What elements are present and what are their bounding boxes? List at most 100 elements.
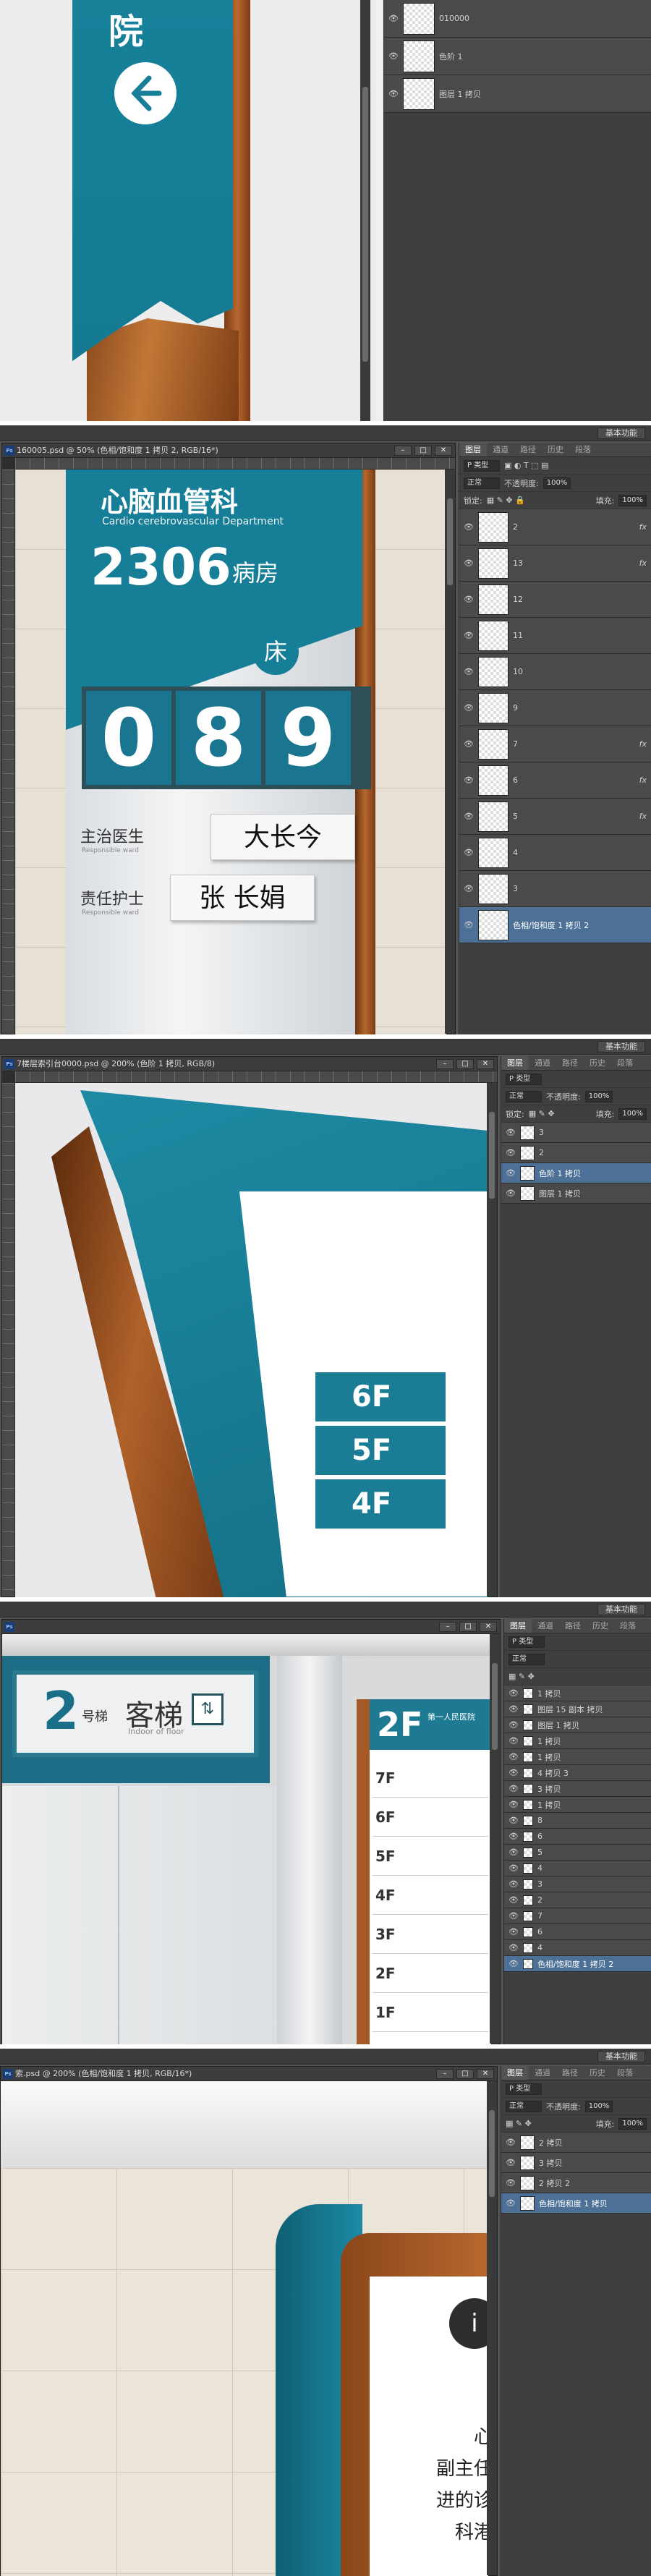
panel-tab[interactable]: 通道	[529, 1056, 556, 1070]
visibility-eye-icon[interactable]: 👁	[506, 1168, 516, 1178]
minimize-button[interactable]: –	[394, 446, 412, 456]
layer-row[interactable]: 👁 12	[459, 582, 651, 618]
layer-row[interactable]: 👁 4	[504, 1940, 651, 1956]
panel-tab[interactable]: 图层	[459, 443, 487, 456]
lock-icons[interactable]: ▦ ✎ ✥	[506, 2119, 532, 2128]
visibility-eye-icon[interactable]: 👁	[509, 1943, 519, 1952]
panel-tab[interactable]: 路径	[559, 1619, 587, 1633]
visibility-eye-icon[interactable]: 👁	[464, 522, 474, 532]
visibility-eye-icon[interactable]: 👁	[506, 1148, 516, 1157]
layer-row[interactable]: 👁 图层 1 拷贝	[504, 1717, 651, 1733]
maximize-button[interactable]: □	[459, 1622, 477, 1632]
layer-row[interactable]: 👁 13 fx	[459, 545, 651, 582]
lock-icons[interactable]: ▦ ✎ ✥	[529, 1109, 555, 1118]
lock-icons[interactable]: ▦ ✎ ✥ 🔒	[487, 496, 525, 505]
visibility-eye-icon[interactable]: 👁	[506, 2138, 516, 2147]
visibility-eye-icon[interactable]: 👁	[509, 1784, 519, 1793]
layer-row[interactable]: 👁 图层 1 拷贝	[501, 1183, 651, 1204]
blend-mode-select[interactable]: 正常	[506, 2100, 542, 2112]
visibility-eye-icon[interactable]: 👁	[509, 1800, 519, 1809]
visibility-eye-icon[interactable]: 👁	[464, 812, 474, 821]
layer-row[interactable]: 👁 图层 1 拷贝	[384, 75, 651, 113]
visibility-eye-icon[interactable]: 👁	[509, 1895, 519, 1905]
maximize-button[interactable]: □	[414, 446, 432, 456]
workspace-button[interactable]: 基本功能	[597, 428, 645, 439]
panel-tab[interactable]: 图层	[501, 1056, 529, 1070]
visibility-eye-icon[interactable]: 👁	[509, 1927, 519, 1937]
panel-tab[interactable]: 图层	[501, 2066, 529, 2080]
layer-filter-select[interactable]: P 类型	[509, 1636, 545, 1648]
opacity-input[interactable]: 100%	[542, 477, 571, 489]
visibility-eye-icon[interactable]: 👁	[464, 667, 474, 676]
visibility-eye-icon[interactable]: 👁	[506, 1128, 516, 1137]
layer-row[interactable]: 👁 色阶 1	[384, 38, 651, 75]
panel-tab[interactable]: 路径	[556, 2066, 584, 2080]
lock-icons[interactable]: ▦ ✎ ✥	[509, 1672, 535, 1681]
canvas-scrollbar[interactable]	[490, 1634, 500, 2044]
visibility-eye-icon[interactable]: 👁	[464, 703, 474, 713]
layer-row[interactable]: 👁 2 fx	[459, 509, 651, 545]
visibility-eye-icon[interactable]: 👁	[509, 1848, 519, 1857]
visibility-eye-icon[interactable]: 👁	[464, 775, 474, 785]
fx-icon[interactable]: fx	[639, 522, 647, 532]
visibility-eye-icon[interactable]: 👁	[509, 1768, 519, 1777]
visibility-eye-icon[interactable]: 👁	[509, 1832, 519, 1841]
layer-filter-select[interactable]: P 类型	[464, 459, 500, 472]
layer-filter-select[interactable]: P 类型	[506, 1073, 542, 1085]
panel-tab[interactable]: 历史	[542, 443, 569, 456]
panel-tab[interactable]: 图层	[504, 1619, 532, 1633]
layer-row[interactable]: 👁 11	[459, 618, 651, 654]
layer-row[interactable]: 👁 7	[504, 1908, 651, 1924]
layer-row[interactable]: 👁 3	[504, 1876, 651, 1892]
visibility-eye-icon[interactable]: 👁	[509, 1736, 519, 1746]
layer-filter-select[interactable]: P 类型	[506, 2083, 542, 2095]
canvas-scrollbar[interactable]	[445, 469, 455, 1034]
layer-row[interactable]: 👁 2	[504, 1892, 651, 1908]
visibility-eye-icon[interactable]: 👁	[388, 14, 399, 23]
layer-row[interactable]: 👁 6	[504, 1924, 651, 1940]
layer-row[interactable]: 👁 3 拷贝	[504, 1781, 651, 1797]
panel-tab[interactable]: 路径	[514, 443, 542, 456]
layer-row[interactable]: 👁 10	[459, 654, 651, 690]
layer-row[interactable]: 👁 1 拷贝	[504, 1686, 651, 1701]
maximize-button[interactable]: □	[456, 1059, 474, 1069]
close-button[interactable]: ✕	[480, 1622, 497, 1632]
layer-row[interactable]: 👁 2 拷贝	[501, 2133, 651, 2153]
visibility-eye-icon[interactable]: 👁	[464, 884, 474, 893]
blend-mode-select[interactable]: 正常	[506, 1090, 542, 1102]
layer-row[interactable]: 👁 4 拷贝 3	[504, 1765, 651, 1781]
fx-icon[interactable]: fx	[639, 812, 647, 821]
visibility-eye-icon[interactable]: 👁	[506, 2178, 516, 2188]
panel-tab[interactable]: 段落	[614, 1619, 642, 1633]
visibility-eye-icon[interactable]: 👁	[506, 2198, 516, 2208]
layer-row[interactable]: 👁 4	[504, 1861, 651, 1876]
close-button[interactable]: ✕	[435, 446, 452, 456]
layer-row[interactable]: 👁 1 拷贝	[504, 1797, 651, 1813]
visibility-eye-icon[interactable]: 👁	[509, 1720, 519, 1730]
panel-tab[interactable]: 通道	[529, 2066, 556, 2080]
layer-row[interactable]: 👁 色阶 1 拷贝	[501, 1163, 651, 1183]
workspace-button[interactable]: 基本功能	[597, 1604, 645, 1615]
panel-tab[interactable]: 通道	[487, 443, 514, 456]
panel-tab[interactable]: 历史	[587, 1619, 614, 1633]
layer-row[interactable]: 👁 1 拷贝	[504, 1749, 651, 1765]
visibility-eye-icon[interactable]: 👁	[509, 1911, 519, 1921]
layer-row[interactable]: 👁 3 拷贝	[501, 2153, 651, 2173]
layer-row[interactable]: 👁 7 fx	[459, 726, 651, 762]
layer-row[interactable]: 👁 6	[504, 1829, 651, 1845]
panel-tab[interactable]: 历史	[584, 1056, 611, 1070]
panel-tab[interactable]: 通道	[532, 1619, 559, 1633]
visibility-eye-icon[interactable]: 👁	[509, 1959, 519, 1968]
panel-tab[interactable]: 路径	[556, 1056, 584, 1070]
visibility-eye-icon[interactable]: 👁	[506, 2158, 516, 2167]
visibility-eye-icon[interactable]: 👁	[509, 1752, 519, 1761]
workspace-button[interactable]: 基本功能	[597, 1041, 645, 1053]
panel-tab[interactable]: 段落	[611, 1056, 639, 1070]
visibility-eye-icon[interactable]: 👁	[509, 1704, 519, 1714]
layer-row[interactable]: 👁 色相/饱和度 1 拷贝 2	[459, 907, 651, 943]
visibility-eye-icon[interactable]: 👁	[464, 558, 474, 568]
layer-row[interactable]: 👁 色相/饱和度 1 拷贝	[501, 2193, 651, 2214]
layer-row[interactable]: 👁 3	[459, 871, 651, 907]
layer-row[interactable]: 👁 色相/饱和度 1 拷贝 2	[504, 1956, 651, 1972]
layer-row[interactable]: 👁 2	[501, 1143, 651, 1163]
